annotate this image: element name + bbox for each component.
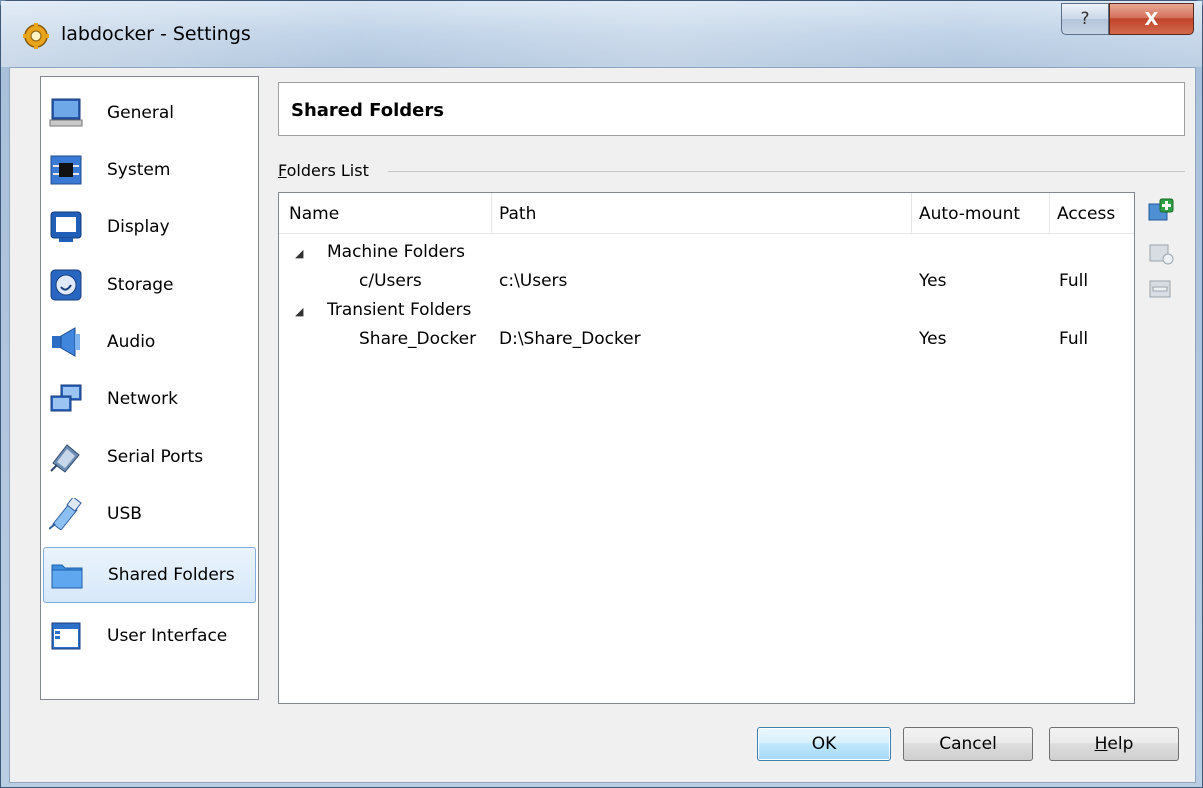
collapse-arrow-icon[interactable]: ◢ [295,305,303,318]
column-header-path[interactable]: Path [499,204,536,224]
serial-port-icon [50,444,80,473]
folder-icon [51,564,83,589]
sidebar-item-label: Serial Ports [107,447,204,467]
monitor-icon [49,98,83,127]
help-caption-button[interactable]: ? [1061,3,1109,35]
remove-folder-icon[interactable] [1148,276,1174,302]
edit-folder-icon[interactable] [1148,240,1174,266]
label-rest: olders List [286,161,369,180]
page-title: Shared Folders [291,100,444,121]
column-header-access[interactable]: Access [1057,204,1115,224]
sidebar-item-general[interactable]: General [43,85,256,141]
sidebar-item-display[interactable]: Display [43,199,256,255]
group-divider [388,171,1185,172]
dialog-body: General System Display Storage Audio Net… [9,67,1196,783]
sidebar-item-label: USB [107,504,142,524]
question-icon: ? [1080,9,1090,29]
display-icon [50,211,82,242]
sidebar-item-user-interface[interactable]: User Interface [43,608,256,664]
folder-name-cell: c/Users [359,271,422,291]
column-separator [1049,193,1050,233]
sidebar-item-network[interactable]: Network [43,371,256,427]
cancel-button[interactable]: Cancel [903,727,1033,761]
page-header: Shared Folders [278,82,1185,136]
shared-folders-table[interactable]: Name Path Auto-mount Access ◢ Machine Fo… [278,192,1135,704]
folder-path-cell: c:\Users [499,271,568,291]
sidebar-item-label: System [107,160,171,180]
folder-name-cell: Share_Docker [359,329,477,349]
add-folder-icon[interactable] [1148,198,1174,224]
window-icon [51,622,81,650]
ok-button[interactable]: OK [757,727,891,761]
tree-group-label[interactable]: Transient Folders [327,300,471,320]
usb-icon [49,498,82,530]
sidebar-item-label: General [107,103,174,123]
sidebar-item-label: Shared Folders [108,565,235,585]
sidebar-item-label: Audio [107,332,156,352]
column-separator [911,193,912,233]
folders-list-label: Folders List [278,161,377,180]
sidebar-item-usb[interactable]: USB [43,486,256,542]
close-icon: X [1144,8,1159,30]
tree-group-label[interactable]: Machine Folders [327,242,465,262]
sidebar-item-label: Display [107,217,170,237]
sidebar-item-system[interactable]: System [43,142,256,198]
column-separator [491,193,492,233]
sidebar-item-serial-ports[interactable]: Serial Ports [43,429,256,485]
sidebar-item-label: User Interface [107,626,228,646]
folder-path-cell: D:\Share_Docker [499,329,641,349]
sidebar-item-audio[interactable]: Audio [43,314,256,370]
sidebar-item-label: Storage [107,275,174,295]
header-divider [279,233,1134,234]
auto-mount-cell: Yes [919,329,947,349]
chip-icon [50,155,82,185]
settings-window: labdocker - Settings ? X General System … [0,0,1203,788]
column-header-auto-mount[interactable]: Auto-mount [919,204,1020,224]
auto-mount-cell: Yes [919,271,947,291]
collapse-arrow-icon[interactable]: ◢ [295,247,303,260]
label-rest: elp [1107,734,1134,754]
sidebar-item-shared-folders[interactable]: Shared Folders [43,547,256,603]
close-button[interactable]: X [1109,3,1194,35]
title-bar[interactable]: labdocker - Settings ? X [1,1,1202,67]
help-button[interactable]: Help [1049,727,1179,761]
sidebar-item-storage[interactable]: Storage [43,257,256,313]
mnemonic-letter: F [278,161,287,180]
window-title: labdocker - Settings [61,23,251,45]
access-cell: Full [1059,329,1089,349]
mnemonic-letter: H [1094,734,1108,754]
access-cell: Full [1059,271,1089,291]
sidebar-item-label: Network [107,389,178,409]
virtualbox-settings-icon [23,23,49,49]
speaker-icon [52,327,80,357]
settings-category-list: General System Display Storage Audio Net… [40,76,259,700]
column-header-name[interactable]: Name [289,204,339,224]
network-icon [50,384,82,412]
disk-icon [50,269,82,301]
